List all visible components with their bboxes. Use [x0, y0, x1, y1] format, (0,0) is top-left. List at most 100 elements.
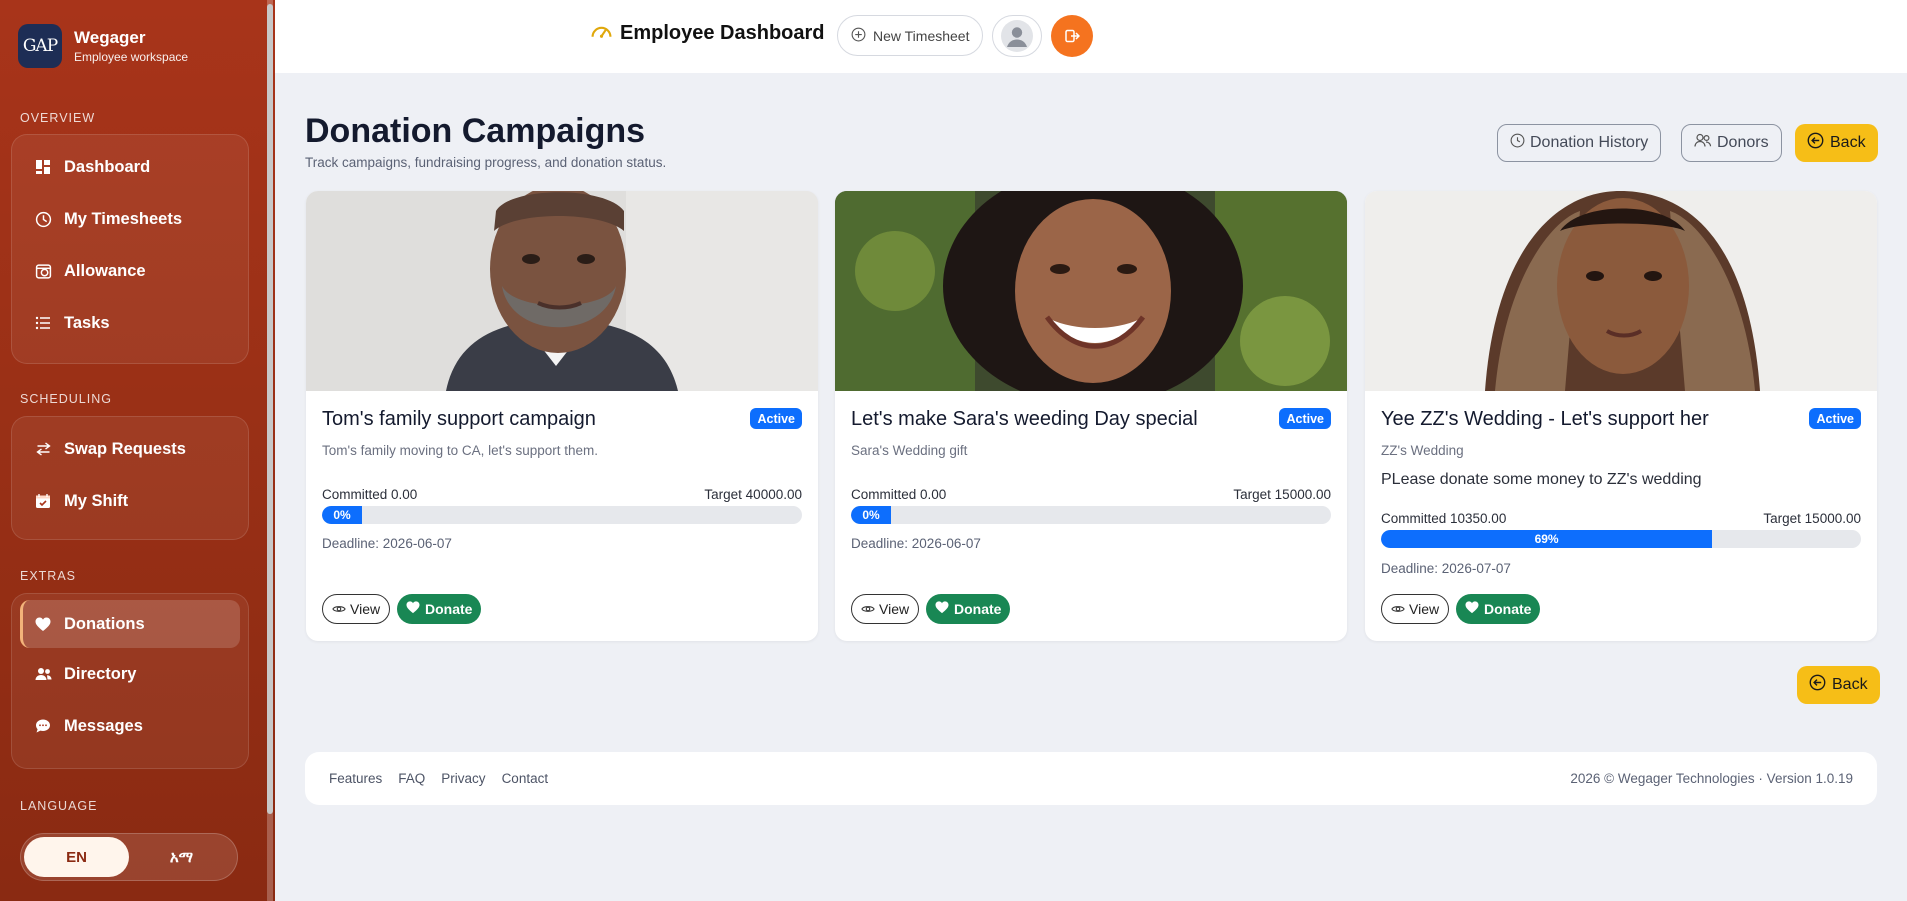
campaign-title: Let's make Sara's weeding Day special [851, 408, 1198, 430]
topbar: Employee Dashboard New Timesheet [275, 0, 1907, 73]
page-title: Donation Campaigns [305, 112, 646, 150]
history-clock-icon [1510, 133, 1525, 153]
sidebar-item-donations[interactable]: Donations [20, 600, 240, 648]
sidebar: GAP Wegager Employee workspace OVERVIEW … [0, 0, 275, 901]
section-label-extras: EXTRAS [20, 569, 77, 583]
brand[interactable]: GAP Wegager Employee workspace [18, 24, 188, 68]
topbar-title: Employee Dashboard [591, 22, 825, 45]
eye-icon [1391, 601, 1405, 617]
sidebar-scrollbar-thumb[interactable] [267, 4, 273, 814]
progress-fill: 0% [322, 506, 362, 524]
sidebar-item-dashboard[interactable]: Dashboard [12, 141, 248, 193]
donate-button[interactable]: Donate [1456, 594, 1541, 624]
sidebar-item-allowance[interactable]: Allowance [12, 245, 248, 297]
plus-circle-icon [851, 27, 866, 45]
campaign-card: Let's make Sara's weeding Day special Ac… [835, 191, 1347, 641]
clock-icon [34, 210, 52, 228]
campaign-description: PLease donate some money to ZZ's wedding [1381, 471, 1702, 488]
campaign-amounts: Committed 10350.00 Target 15000.00 [1381, 511, 1861, 526]
swap-icon [34, 440, 52, 458]
campaign-card: Tom's family support campaign Active Tom… [306, 191, 818, 641]
eye-icon [861, 601, 875, 617]
back-label: Back [1832, 676, 1868, 693]
back-label: Back [1830, 134, 1866, 151]
sidebar-item-swap-requests[interactable]: Swap Requests [12, 423, 248, 475]
footer-link-faq[interactable]: FAQ [398, 771, 425, 786]
sidebar-item-label: Directory [64, 664, 137, 683]
page-subtitle: Track campaigns, fundraising progress, a… [305, 155, 667, 170]
heart-icon [935, 601, 949, 617]
committed-amount: Committed 10350.00 [1381, 511, 1507, 526]
donate-button[interactable]: Donate [397, 594, 482, 624]
sidebar-item-label: Allowance [64, 261, 146, 280]
campaign-subtitle: ZZ's Wedding [1381, 443, 1464, 458]
eye-icon [332, 601, 346, 617]
logout-icon [1065, 29, 1080, 43]
donation-history-label: Donation History [1530, 134, 1649, 151]
brand-subtitle: Employee workspace [74, 50, 189, 64]
donate-button[interactable]: Donate [926, 594, 1011, 624]
campaign-deadline: Deadline: 2026-06-07 [851, 536, 981, 551]
view-button[interactable]: View [1381, 594, 1450, 624]
campaign-image[interactable] [1365, 191, 1877, 391]
donors-label: Donors [1717, 134, 1769, 151]
sidebar-item-directory[interactable]: Directory [12, 648, 248, 700]
footer-link-privacy[interactable]: Privacy [441, 771, 485, 786]
section-label-language: LANGUAGE [20, 799, 98, 813]
sidebar-item-label: Donations [64, 614, 145, 633]
target-amount: Target 15000.00 [1233, 487, 1331, 502]
donate-label: Donate [1484, 601, 1532, 617]
campaign-subtitle: Tom's family moving to CA, let's support… [322, 443, 598, 458]
campaign-image[interactable] [306, 191, 818, 391]
allowance-icon [34, 262, 52, 280]
target-amount: Target 40000.00 [704, 487, 802, 502]
sidebar-item-tasks[interactable]: Tasks [12, 297, 248, 349]
sidebar-item-my-timesheets[interactable]: My Timesheets [12, 193, 248, 245]
sidebar-group-scheduling: Swap Requests My Shift [11, 416, 249, 540]
calendar-check-icon [34, 492, 52, 510]
view-button[interactable]: View [322, 594, 391, 624]
footer-link-contact[interactable]: Contact [502, 771, 549, 786]
section-label-overview: OVERVIEW [20, 111, 96, 125]
brand-name: Wegager [74, 28, 146, 47]
heart-icon [406, 601, 420, 617]
view-button[interactable]: View [851, 594, 920, 624]
status-badge: Active [1809, 408, 1861, 429]
footer-link-features[interactable]: Features [329, 771, 382, 786]
back-button-bottom[interactable]: Back [1797, 666, 1880, 704]
campaign-image[interactable] [835, 191, 1347, 391]
sidebar-group-extras: Donations Directory Messages [11, 593, 249, 769]
sidebar-item-messages[interactable]: Messages [12, 700, 248, 752]
language-switcher: EN አማ [20, 833, 238, 881]
status-badge: Active [1279, 408, 1331, 429]
dashboard-icon [34, 158, 52, 176]
language-option-am[interactable]: አማ [129, 837, 234, 877]
sidebar-item-label: Messages [64, 716, 143, 735]
language-option-en[interactable]: EN [24, 837, 129, 877]
new-timesheet-button[interactable]: New Timesheet [837, 15, 984, 56]
donors-button[interactable]: Donors [1681, 124, 1782, 162]
list-icon [34, 314, 52, 332]
status-badge: Active [750, 408, 802, 429]
back-button-top[interactable]: Back [1795, 124, 1878, 162]
user-avatar-button[interactable] [992, 15, 1042, 57]
logout-button[interactable] [1051, 15, 1093, 57]
campaign-card: Yee ZZ's Wedding - Let's support her Act… [1365, 191, 1877, 641]
sidebar-item-label: Swap Requests [64, 439, 186, 458]
donate-label: Donate [425, 601, 473, 617]
people-icon [34, 665, 52, 683]
heart-icon [34, 615, 52, 633]
footer: Features FAQ Privacy Contact 2026 © Wega… [305, 752, 1877, 805]
avatar [1001, 20, 1033, 52]
committed-amount: Committed 0.00 [851, 487, 947, 502]
arrow-left-circle-icon [1807, 132, 1824, 154]
footer-copyright: 2026 © Wegager Technologies · Version 1.… [1570, 771, 1853, 786]
arrow-left-circle-icon [1809, 674, 1826, 696]
sidebar-item-my-shift[interactable]: My Shift [12, 475, 248, 527]
campaign-subtitle: Sara's Wedding gift [851, 443, 968, 458]
donation-history-button[interactable]: Donation History [1497, 124, 1662, 162]
progress-fill: 0% [851, 506, 891, 524]
campaign-title: Yee ZZ's Wedding - Let's support her [1381, 408, 1709, 430]
donate-label: Donate [954, 601, 1002, 617]
campaign-title: Tom's family support campaign [322, 408, 596, 430]
